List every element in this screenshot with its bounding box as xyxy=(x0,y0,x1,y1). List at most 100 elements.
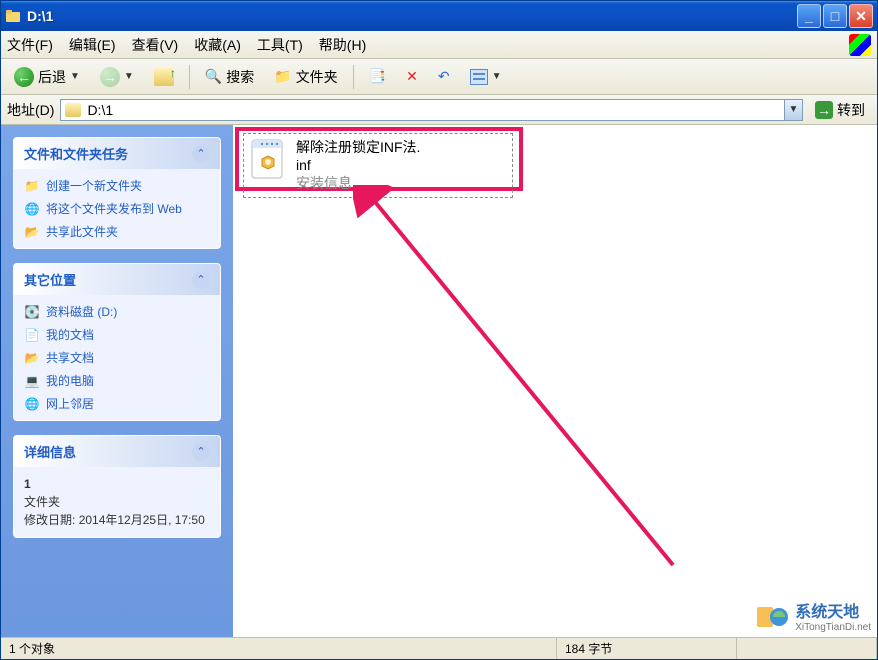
maximize-button[interactable]: □ xyxy=(823,4,847,28)
separator xyxy=(189,65,190,89)
toolbar: ← 后退 ▼ → ▼ 🔍 搜索 📁 文件夹 📑 ✕ ↶ ▼ xyxy=(1,59,877,95)
forward-button[interactable]: → ▼ xyxy=(93,63,141,91)
chevron-down-icon: ▼ xyxy=(492,71,502,82)
detail-modified-label: 修改日期: xyxy=(24,513,75,527)
back-label: 后退 xyxy=(38,67,66,87)
tasks-panel: 文件和文件夹任务 ⌃ 📁创建一个新文件夹 🌐将这个文件夹发布到 Web 📂共享此… xyxy=(13,137,221,249)
documents-icon: 📄 xyxy=(24,327,40,343)
go-arrow-icon: → xyxy=(815,101,833,119)
address-label: 地址(D) xyxy=(7,100,54,120)
shared-folder-icon: 📂 xyxy=(24,350,40,366)
views-button[interactable]: ▼ xyxy=(463,65,509,89)
address-bar: 地址(D) ▼ → 转到 xyxy=(1,95,877,125)
watermark-icon xyxy=(755,599,789,633)
back-icon: ← xyxy=(14,67,34,87)
places-panel-title: 其它位置 xyxy=(24,270,76,289)
undo-button[interactable]: ↶ xyxy=(431,64,457,89)
globe-icon: 🌐 xyxy=(24,201,40,217)
address-dropdown[interactable]: ▼ xyxy=(784,100,802,120)
go-label: 转到 xyxy=(837,100,865,120)
place-disk-d[interactable]: 💽资料磁盘 (D:) xyxy=(24,303,210,320)
file-item[interactable]: 解除注册锁定INF法. inf 安装信息 xyxy=(243,133,513,198)
window-title: D:\1 xyxy=(27,8,797,24)
status-size: 184 字节 xyxy=(557,638,737,659)
menu-favorites[interactable]: 收藏(A) xyxy=(194,35,241,55)
views-icon xyxy=(470,69,488,85)
file-list-area[interactable]: 解除注册锁定INF法. inf 安装信息 xyxy=(233,125,877,637)
status-objects: 1 个对象 xyxy=(1,638,557,659)
file-text: 解除注册锁定INF法. inf 安装信息 xyxy=(296,138,420,193)
search-label: 搜索 xyxy=(226,67,254,87)
annotation-arrow xyxy=(353,185,693,585)
folder-up-icon xyxy=(154,68,174,86)
folders-button[interactable]: 📁 文件夹 xyxy=(267,63,344,91)
tasks-panel-body: 📁创建一个新文件夹 🌐将这个文件夹发布到 Web 📂共享此文件夹 xyxy=(14,169,220,248)
titlebar: D:\1 _ □ ✕ xyxy=(1,1,877,31)
chevron-down-icon: ▼ xyxy=(70,71,80,82)
tasks-panel-header[interactable]: 文件和文件夹任务 ⌃ xyxy=(14,138,220,169)
go-button[interactable]: → 转到 xyxy=(809,98,871,122)
tasks-panel-title: 文件和文件夹任务 xyxy=(24,144,128,163)
place-my-documents[interactable]: 📄我的文档 xyxy=(24,326,210,343)
tasks-sidebar: 文件和文件夹任务 ⌃ 📁创建一个新文件夹 🌐将这个文件夹发布到 Web 📂共享此… xyxy=(1,125,233,637)
forward-icon: → xyxy=(100,67,120,87)
computer-icon: 💻 xyxy=(24,373,40,389)
file-name-line2: inf xyxy=(296,156,420,174)
detail-name: 1 xyxy=(24,477,31,491)
places-panel-header[interactable]: 其它位置 ⌃ xyxy=(14,264,220,295)
search-icon: 🔍 xyxy=(205,68,222,85)
disk-icon: 💽 xyxy=(24,304,40,320)
watermark-brand: 系统天地 xyxy=(795,598,871,622)
place-shared-docs[interactable]: 📂共享文档 xyxy=(24,349,210,366)
menu-tools[interactable]: 工具(T) xyxy=(257,35,303,55)
file-name-line1: 解除注册锁定INF法. xyxy=(296,138,420,156)
places-panel: 其它位置 ⌃ 💽资料磁盘 (D:) 📄我的文档 📂共享文档 💻我的电脑 🌐网上邻… xyxy=(13,263,221,421)
search-button[interactable]: 🔍 搜索 xyxy=(198,63,261,91)
menu-file[interactable]: 文件(F) xyxy=(7,35,53,55)
details-panel-header[interactable]: 详细信息 ⌃ xyxy=(14,436,220,467)
menu-help[interactable]: 帮助(H) xyxy=(319,35,366,55)
task-publish-web[interactable]: 🌐将这个文件夹发布到 Web xyxy=(24,200,210,217)
collapse-icon: ⌃ xyxy=(192,443,210,461)
place-my-computer[interactable]: 💻我的电脑 xyxy=(24,372,210,389)
separator xyxy=(353,65,354,89)
folder-icon xyxy=(65,103,81,117)
file-type: 安装信息 xyxy=(296,174,420,192)
folders-icon: 📁 xyxy=(274,68,291,85)
details-panel: 详细信息 ⌃ 1 文件夹 修改日期: 2014年12月25日, 17:50 xyxy=(13,435,221,538)
collapse-icon: ⌃ xyxy=(192,271,210,289)
windows-flag-icon xyxy=(849,34,871,56)
task-share-folder[interactable]: 📂共享此文件夹 xyxy=(24,223,210,240)
detail-modified: 2014年12月25日, 17:50 xyxy=(79,513,205,527)
collapse-icon: ⌃ xyxy=(192,145,210,163)
window-buttons: _ □ ✕ xyxy=(797,4,873,28)
network-icon: 🌐 xyxy=(24,396,40,412)
move-to-button[interactable]: 📑 xyxy=(362,64,393,89)
task-new-folder[interactable]: 📁创建一个新文件夹 xyxy=(24,177,210,194)
detail-type: 文件夹 xyxy=(24,493,210,511)
folder-icon xyxy=(5,8,21,24)
statusbar: 1 个对象 184 字节 xyxy=(1,637,877,659)
place-network[interactable]: 🌐网上邻居 xyxy=(24,395,210,412)
explorer-window: D:\1 _ □ ✕ 文件(F) 编辑(E) 查看(V) 收藏(A) 工具(T)… xyxy=(0,0,878,660)
minimize-button[interactable]: _ xyxy=(797,4,821,28)
places-panel-body: 💽资料磁盘 (D:) 📄我的文档 📂共享文档 💻我的电脑 🌐网上邻居 xyxy=(14,295,220,420)
folders-label: 文件夹 xyxy=(296,67,338,87)
undo-icon: ↶ xyxy=(438,68,450,85)
up-button[interactable] xyxy=(147,64,181,90)
back-button[interactable]: ← 后退 ▼ xyxy=(7,63,87,91)
chevron-down-icon: ▼ xyxy=(124,71,134,82)
watermark: 系统天地 XiTongTianDi.net xyxy=(755,598,871,633)
menu-view[interactable]: 查看(V) xyxy=(132,35,179,55)
details-panel-title: 详细信息 xyxy=(24,442,76,461)
close-button[interactable]: ✕ xyxy=(849,4,873,28)
address-input-wrap: ▼ xyxy=(60,99,803,121)
delete-button[interactable]: ✕ xyxy=(399,64,425,89)
address-input[interactable] xyxy=(85,102,784,118)
watermark-url: XiTongTianDi.net xyxy=(795,622,871,633)
menubar: 文件(F) 编辑(E) 查看(V) 收藏(A) 工具(T) 帮助(H) xyxy=(1,31,877,59)
status-zone xyxy=(737,638,877,659)
menu-edit[interactable]: 编辑(E) xyxy=(69,35,116,55)
delete-icon: ✕ xyxy=(406,68,418,85)
new-folder-icon: 📁 xyxy=(24,178,40,194)
